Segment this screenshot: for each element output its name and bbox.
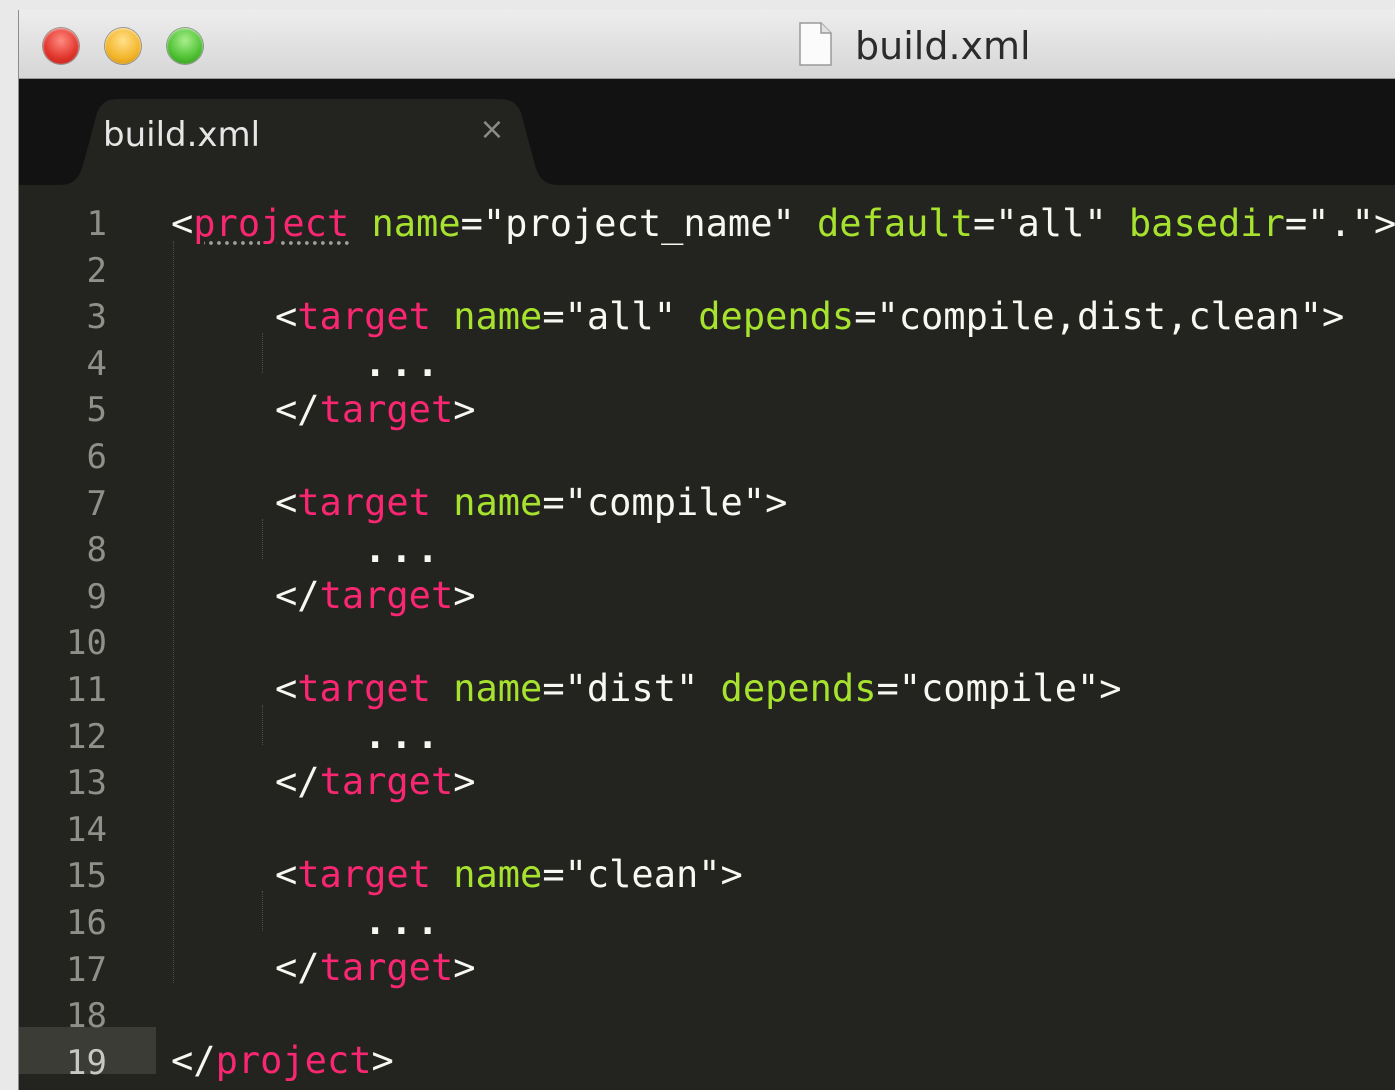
code-line-8: ... (364, 528, 443, 571)
attribute-value: ="." (1284, 202, 1374, 245)
tag-name: target (319, 946, 454, 989)
tab-build-xml[interactable]: build.xml × (59, 99, 559, 185)
attribute-name: basedir (1128, 202, 1285, 245)
tag-bracket: </ (275, 574, 320, 617)
code-line-5: </target> (275, 387, 476, 434)
line-number: 10 (66, 623, 107, 664)
tag-bracket: > (453, 574, 476, 617)
attribute-value: ="compile,dist,clean" (854, 295, 1322, 338)
code-line-19: </project> (171, 1038, 394, 1085)
code-line-4: ... (364, 342, 443, 385)
indent-guide (262, 705, 263, 745)
indent-guide (262, 333, 263, 373)
indent-guide (262, 519, 263, 559)
line-number: 3 (86, 297, 107, 338)
tag-bracket: </ (275, 760, 320, 803)
code-line-12: ... (364, 714, 443, 757)
attribute-value: ="compile" (876, 667, 1100, 710)
tag-bracket: < (171, 202, 194, 245)
line-number: 9 (86, 576, 107, 617)
line-number: 16 (66, 903, 107, 943)
editor-window: build.xml build.xml × 1 2 3 4 5 6 7 8 9 10 11 12 13 1… (18, 10, 1395, 1090)
line-number: 8 (86, 530, 107, 571)
tag-bracket: > (1099, 667, 1122, 710)
tag-name: target (297, 481, 431, 524)
tag-bracket: > (765, 481, 788, 524)
tag-bracket: > (1373, 202, 1395, 245)
title-bar[interactable]: build.xml (19, 10, 1395, 79)
line-number-gutter: 1 2 3 4 5 6 7 8 9 10 11 12 13 14 15 16 17 18 19 (19, 185, 156, 1090)
line-number: 6 (86, 437, 107, 477)
tab-label: build.xml (103, 115, 261, 155)
code-line-7: <target name="compile"> (275, 480, 787, 527)
code-line-17: </target> (275, 945, 476, 992)
document-icon (799, 22, 832, 66)
code-line-13: </target> (275, 759, 476, 806)
line-number: 17 (66, 949, 107, 990)
code-line-15: <target name="clean"> (275, 852, 743, 899)
line-number: 2 (86, 250, 107, 291)
attribute-name: depends (698, 295, 855, 338)
attribute-name: name (371, 202, 461, 245)
tab-close-icon[interactable]: × (477, 115, 507, 145)
tag-bracket: < (275, 667, 298, 710)
code-line-3: <target name="all" depends="compile,dist… (275, 294, 1344, 341)
attribute-name: name (453, 481, 543, 524)
indent-guide (262, 891, 263, 931)
code-line-9: </target> (275, 573, 476, 620)
zoom-window-button[interactable] (167, 28, 203, 64)
code-editor[interactable]: 1 2 3 4 5 6 7 8 9 10 11 12 13 14 15 16 17 18 19 <project n… (19, 185, 1395, 1090)
tag-bracket: > (453, 946, 476, 989)
line-number: 5 (86, 390, 107, 431)
indent-guide (173, 241, 174, 983)
line-number: 7 (86, 483, 107, 524)
tag-name: target (319, 574, 454, 617)
line-number: 4 (86, 343, 107, 384)
attribute-value: ="clean" (542, 853, 721, 896)
attribute-value: ="project_name" (460, 202, 795, 245)
minimize-window-button[interactable] (105, 28, 141, 64)
window-title: build.xml (855, 24, 1031, 68)
tag-bracket: < (275, 481, 298, 524)
attribute-value: ="compile" (542, 481, 766, 524)
attribute-value: ="all" (972, 202, 1107, 245)
line-number: 1 (86, 204, 107, 244)
tag-name: target (319, 760, 454, 803)
tag-name: target (319, 388, 454, 431)
tag-name: project (215, 1039, 372, 1082)
tag-bracket: > (371, 1039, 394, 1082)
attribute-name: default (817, 202, 973, 245)
attribute-name: name (453, 667, 543, 710)
line-number: 19 (66, 1042, 107, 1083)
tag-name: target (297, 295, 431, 338)
close-window-button[interactable] (43, 28, 79, 64)
tag-bracket: </ (171, 1039, 216, 1082)
line-number: 15 (66, 856, 107, 897)
tag-bracket: < (275, 295, 298, 338)
tag-bracket: > (720, 853, 743, 896)
tag-bracket: < (275, 853, 298, 896)
tag-bracket: </ (275, 388, 320, 431)
code-line-16: ... (364, 900, 443, 943)
line-number: 14 (66, 809, 107, 850)
line-number: 11 (66, 670, 107, 710)
code-line-11: <target name="dist" depends="compile"> (275, 666, 1122, 713)
line-number: 13 (66, 763, 107, 804)
code-line-1: <project name="project_name" default="al… (171, 201, 1395, 248)
tag-bracket: > (453, 388, 476, 431)
tag-name: target (297, 667, 431, 710)
attribute-value: ="all" (542, 295, 676, 338)
tag-name: project (193, 202, 350, 245)
attribute-name: name (453, 853, 543, 896)
attribute-value: ="dist" (542, 667, 699, 710)
tag-name: target (297, 853, 431, 896)
line-number: 18 (66, 996, 107, 1037)
tag-bracket: > (1322, 295, 1345, 338)
line-number: 12 (66, 716, 107, 757)
tag-bracket: > (453, 760, 476, 803)
tab-bar: build.xml × (19, 79, 1395, 185)
attribute-name: name (453, 295, 543, 338)
tag-bracket: </ (275, 946, 320, 989)
attribute-name: depends (720, 667, 877, 710)
